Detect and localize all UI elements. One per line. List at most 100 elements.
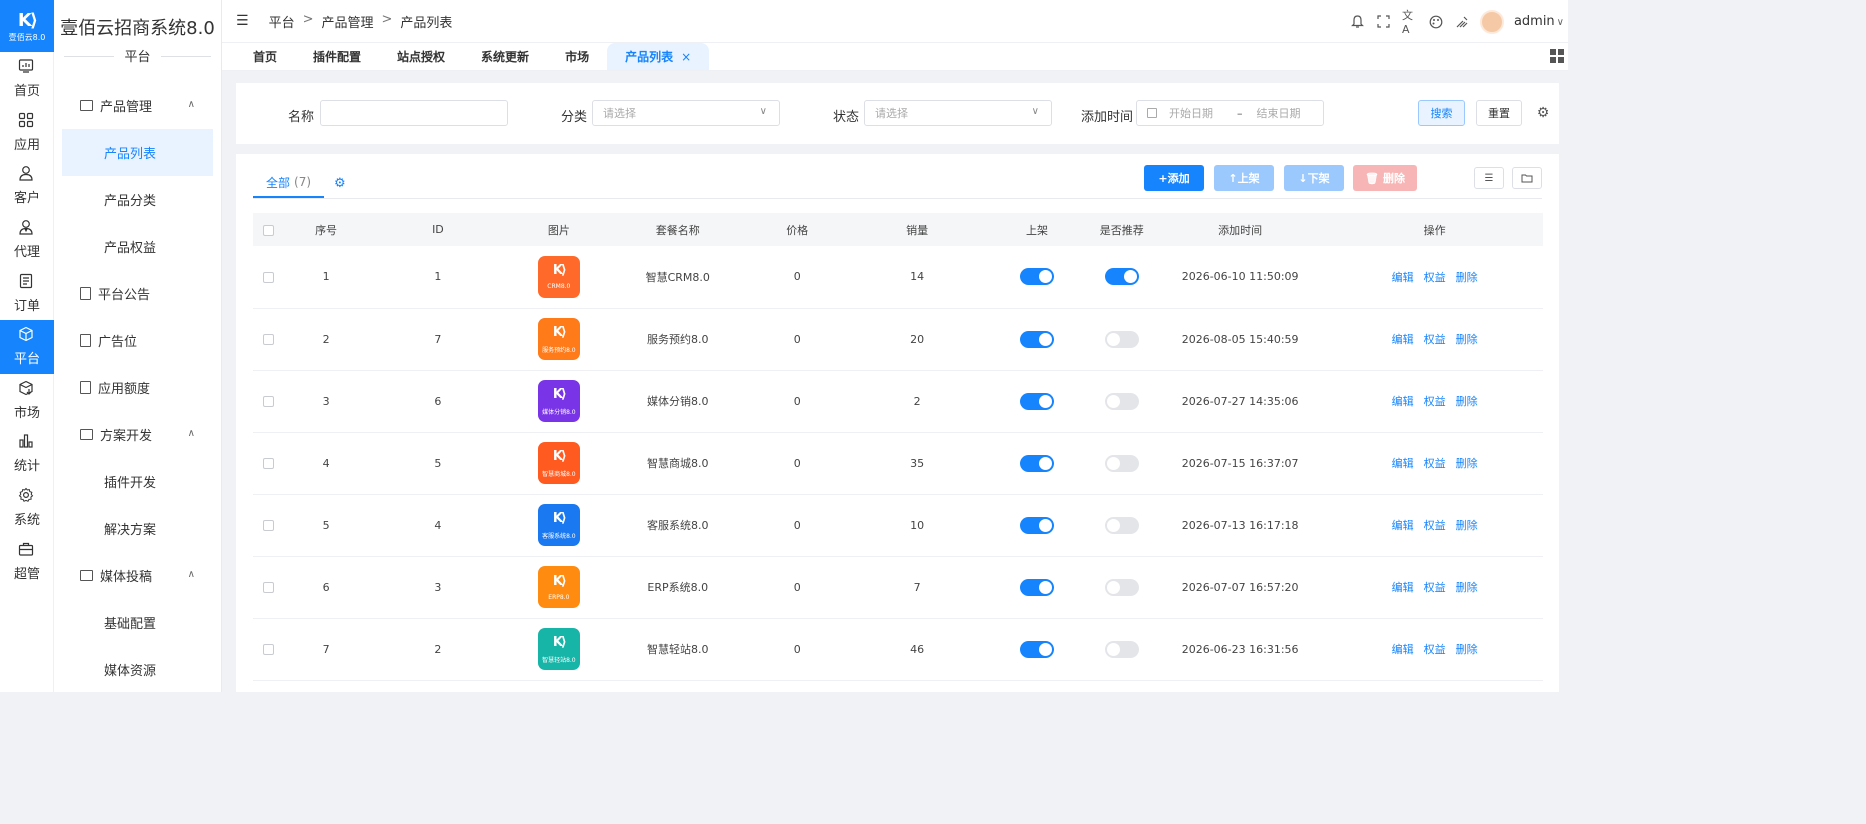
breadcrumb-item[interactable]: 平台 (269, 12, 295, 31)
recommend-toggle[interactable] (1104, 578, 1139, 596)
close-icon[interactable]: × (681, 50, 691, 64)
column-settings-icon[interactable]: ☰ (1474, 167, 1504, 189)
start-date-input[interactable]: 开始日期 (1169, 105, 1229, 121)
recommend-toggle[interactable] (1104, 454, 1139, 472)
row-checkbox[interactable] (262, 458, 274, 469)
rail-item-order[interactable]: 订单 (0, 266, 54, 320)
rail-item-grid[interactable]: 应用 (0, 106, 54, 160)
page-tab[interactable]: 产品列表 × (607, 43, 710, 70)
rail-item-agent[interactable]: 代理 (0, 213, 54, 267)
rail-item-user[interactable]: 客户 (0, 159, 54, 213)
search-button[interactable]: 搜索 (1418, 100, 1465, 126)
delete-link[interactable]: 删除 (1456, 519, 1478, 532)
sidebar-group[interactable]: 产品管理 ∧ (54, 82, 221, 129)
edit-link[interactable]: 编辑 (1392, 643, 1414, 656)
product-thumbnail[interactable]: K⟩ 客服系统8.0 (537, 504, 580, 546)
page-tab[interactable]: 系统更新 (463, 43, 547, 70)
row-checkbox[interactable] (262, 271, 274, 283)
filter-settings-icon[interactable]: ⚙ (1533, 100, 1553, 126)
sidebar-item[interactable]: 产品分类 (62, 176, 221, 223)
sidebar-group[interactable]: 媒体投稿 ∧ (54, 552, 221, 599)
rights-link[interactable]: 权益 (1424, 395, 1446, 408)
recommend-toggle[interactable] (1104, 640, 1139, 658)
sidebar-group[interactable]: 平台公告 (54, 270, 221, 317)
product-thumbnail[interactable]: K⟩ 服务预约8.0 (537, 318, 580, 360)
add-button[interactable]: +添加 (1144, 165, 1204, 191)
listed-toggle[interactable] (1020, 454, 1055, 472)
delete-button[interactable]: 🗑 删除 (1353, 165, 1417, 191)
sidebar-group[interactable]: 广告位 (54, 317, 221, 364)
rights-link[interactable]: 权益 (1424, 519, 1446, 532)
listed-toggle[interactable] (1020, 392, 1055, 410)
product-thumbnail[interactable]: K⟩ ERP8.0 (537, 566, 580, 608)
page-tab[interactable]: 市场 (547, 43, 607, 70)
rights-link[interactable]: 权益 (1424, 333, 1446, 346)
rail-item-chart[interactable]: 首页 (0, 52, 54, 106)
category-select[interactable]: 请选择 ∨ (592, 100, 780, 126)
edit-link[interactable]: 编辑 (1392, 271, 1414, 284)
product-thumbnail[interactable]: K⟩ 智慧商城8.0 (537, 442, 580, 484)
listed-toggle[interactable] (1020, 268, 1055, 286)
recommend-toggle[interactable] (1104, 330, 1139, 348)
recommend-toggle[interactable] (1104, 516, 1139, 534)
sidebar-item[interactable]: 插件开发 (62, 458, 221, 505)
select-all-checkbox[interactable] (262, 224, 274, 236)
date-range-picker[interactable]: 开始日期 – 结束日期 (1136, 100, 1324, 126)
page-tab[interactable]: 首页 (222, 43, 295, 70)
recommend-toggle[interactable] (1104, 392, 1139, 410)
edit-link[interactable]: 编辑 (1392, 395, 1414, 408)
page-tab[interactable]: 站点授权 (379, 43, 463, 70)
list-down-button[interactable]: ↓下架 (1284, 165, 1344, 191)
edit-link[interactable]: 编辑 (1392, 333, 1414, 346)
list-up-button[interactable]: ↑上架 (1214, 165, 1274, 191)
rights-link[interactable]: 权益 (1424, 271, 1446, 284)
listed-toggle[interactable] (1020, 516, 1055, 534)
rail-item-market[interactable]: 市场 (0, 374, 54, 428)
tabs-menu-icon[interactable] (1550, 49, 1564, 63)
reset-button[interactable]: 重置 (1476, 100, 1522, 126)
fullscreen-icon[interactable] (1376, 14, 1392, 30)
delete-link[interactable]: 删除 (1456, 271, 1478, 284)
rail-item-gear[interactable]: 系统 (0, 481, 54, 535)
sidebar-item[interactable]: 媒体资源 (62, 646, 221, 693)
sidebar-item[interactable]: 产品列表 (62, 129, 213, 176)
delete-link[interactable]: 删除 (1456, 643, 1478, 656)
rights-link[interactable]: 权益 (1424, 457, 1446, 470)
tab-all[interactable]: 全部 (7) (253, 168, 325, 198)
page-tab[interactable]: 插件配置 (295, 43, 379, 70)
tab-settings-icon[interactable]: ⚙ (334, 176, 346, 191)
clear-cache-icon[interactable] (1454, 14, 1470, 30)
row-checkbox[interactable] (262, 644, 274, 655)
delete-link[interactable]: 删除 (1456, 581, 1478, 594)
sidebar-group[interactable]: 应用额度 (54, 364, 221, 411)
sidebar-item[interactable]: 基础配置 (62, 599, 221, 646)
name-input[interactable] (320, 100, 508, 126)
rights-link[interactable]: 权益 (1424, 643, 1446, 656)
edit-link[interactable]: 编辑 (1392, 581, 1414, 594)
row-checkbox[interactable] (262, 582, 274, 593)
edit-link[interactable]: 编辑 (1392, 457, 1414, 470)
product-thumbnail[interactable]: K⟩ 媒体分销8.0 (537, 380, 580, 422)
end-date-input[interactable]: 结束日期 (1257, 105, 1301, 121)
delete-link[interactable]: 删除 (1456, 457, 1478, 470)
palette-icon[interactable] (1428, 14, 1444, 30)
listed-toggle[interactable] (1020, 330, 1055, 348)
listed-toggle[interactable] (1020, 578, 1055, 596)
status-select[interactable]: 请选择 ∨ (864, 100, 1052, 126)
edit-link[interactable]: 编辑 (1392, 519, 1414, 532)
brand-logo[interactable]: K⟩ 壹佰云8.0 (0, 0, 54, 52)
recommend-toggle[interactable] (1104, 268, 1139, 286)
product-thumbnail[interactable]: K⟩ 智慧轻站8.0 (537, 628, 580, 670)
row-checkbox[interactable] (262, 334, 274, 345)
sidebar-item[interactable]: 产品权益 (62, 223, 221, 270)
listed-toggle[interactable] (1020, 640, 1055, 658)
breadcrumb-item[interactable]: 产品管理 (321, 12, 373, 31)
delete-link[interactable]: 删除 (1456, 395, 1478, 408)
sidebar-item[interactable]: 解决方案 (62, 505, 221, 552)
bell-icon[interactable] (1350, 14, 1366, 30)
rail-item-briefcase[interactable]: 超管 (0, 534, 54, 588)
row-checkbox[interactable] (262, 520, 274, 531)
language-icon[interactable]: 文A (1402, 9, 1418, 36)
rail-item-stats[interactable]: 统计 (0, 427, 54, 481)
user-name[interactable]: admin ∨ (1514, 14, 1564, 29)
